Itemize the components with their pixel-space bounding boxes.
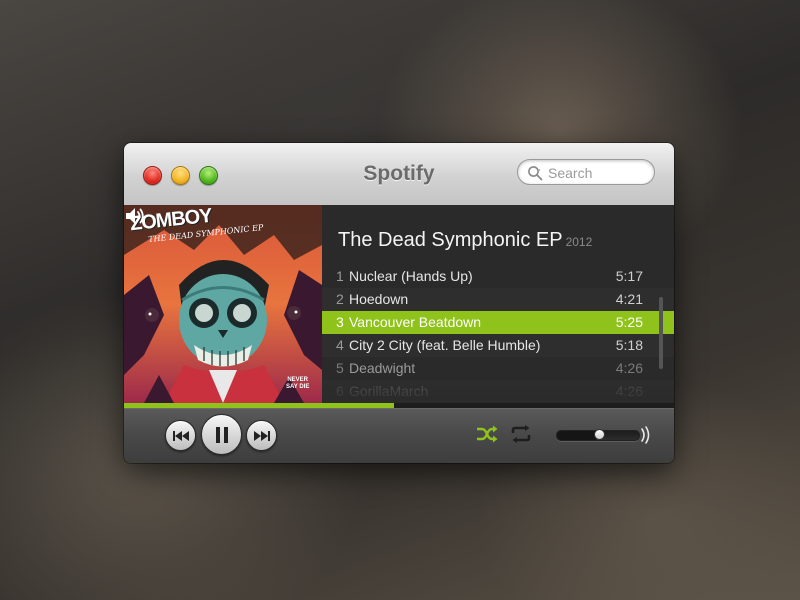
volume-icon bbox=[641, 426, 650, 444]
volume-slider-knob[interactable] bbox=[593, 429, 605, 440]
album-art-badge-line2: SAY DIE bbox=[286, 384, 310, 390]
search-box[interactable] bbox=[517, 159, 655, 186]
speaker-icon bbox=[126, 208, 144, 224]
track-duration: 5:17 bbox=[615, 268, 643, 284]
track-row[interactable]: 2 Hoedown 4:21 bbox=[322, 288, 674, 311]
track-list-scrollbar[interactable] bbox=[659, 297, 663, 369]
track-list: The Dead Symphonic EP 2012 1 Nuclear (Han… bbox=[322, 205, 674, 403]
track-row[interactable]: 1 Nuclear (Hands Up) 5:17 bbox=[322, 265, 674, 288]
track-name: City 2 City (feat. Belle Humble) bbox=[349, 337, 541, 353]
track-duration: 5:25 bbox=[615, 314, 643, 330]
repeat-icon[interactable] bbox=[510, 425, 532, 443]
track-name: Deadwight bbox=[349, 360, 416, 376]
track-number: 2 bbox=[336, 291, 344, 307]
track-number: 6 bbox=[336, 383, 344, 399]
track-name: Hoedown bbox=[349, 291, 409, 307]
album-year: 2012 bbox=[565, 235, 593, 249]
track-number: 4 bbox=[336, 337, 344, 353]
track-row[interactable]: 5 Deadwight 4:26 bbox=[322, 357, 674, 380]
search-icon bbox=[528, 166, 543, 181]
track-number: 5 bbox=[336, 360, 344, 376]
next-track-icon bbox=[253, 430, 270, 441]
track-duration: 4:26 bbox=[615, 383, 643, 399]
track-row[interactable]: 4 City 2 City (feat. Belle Humble) 5:18 bbox=[322, 334, 674, 357]
player-controls bbox=[124, 408, 674, 463]
track-duration: 5:18 bbox=[615, 337, 643, 353]
previous-track-icon bbox=[172, 430, 189, 441]
pause-icon bbox=[215, 426, 228, 443]
previous-track-button[interactable] bbox=[165, 420, 196, 451]
track-name: GorillaMarch bbox=[349, 383, 429, 399]
album-title: The Dead Symphonic EP bbox=[338, 229, 563, 251]
track-name: Vancouver Beatdown bbox=[349, 314, 482, 330]
next-track-button[interactable] bbox=[246, 420, 277, 451]
title-bar: Spotify bbox=[124, 143, 674, 206]
track-number: 1 bbox=[336, 268, 344, 284]
track-row-playing[interactable]: 3 Vancouver Beatdown 5:25 bbox=[322, 311, 674, 334]
track-number: 3 bbox=[336, 314, 344, 330]
track-duration: 4:26 bbox=[615, 360, 643, 376]
track-name: Nuclear (Hands Up) bbox=[349, 268, 473, 284]
shuffle-icon[interactable] bbox=[476, 425, 498, 443]
spotify-window: Spotify Search ZOMBOY THE DEAD SYMPHONIC… bbox=[124, 143, 674, 463]
album-art: ZOMBOY THE DEAD SYMPHONIC EP NEVER SAY D… bbox=[124, 205, 322, 403]
pause-button[interactable] bbox=[201, 414, 242, 455]
album-heading: The Dead Symphonic EP 2012 bbox=[338, 229, 592, 252]
track-duration: 4:21 bbox=[615, 291, 643, 307]
album-art-badge: NEVER SAY DIE bbox=[286, 377, 309, 391]
search-input[interactable] bbox=[546, 160, 654, 186]
track-row[interactable]: 6 GorillaMarch 4:26 bbox=[322, 380, 674, 403]
album-art-badge-line1: NEVER bbox=[287, 377, 309, 383]
volume-slider[interactable] bbox=[556, 429, 640, 441]
volume-slider-fill bbox=[557, 431, 599, 440]
